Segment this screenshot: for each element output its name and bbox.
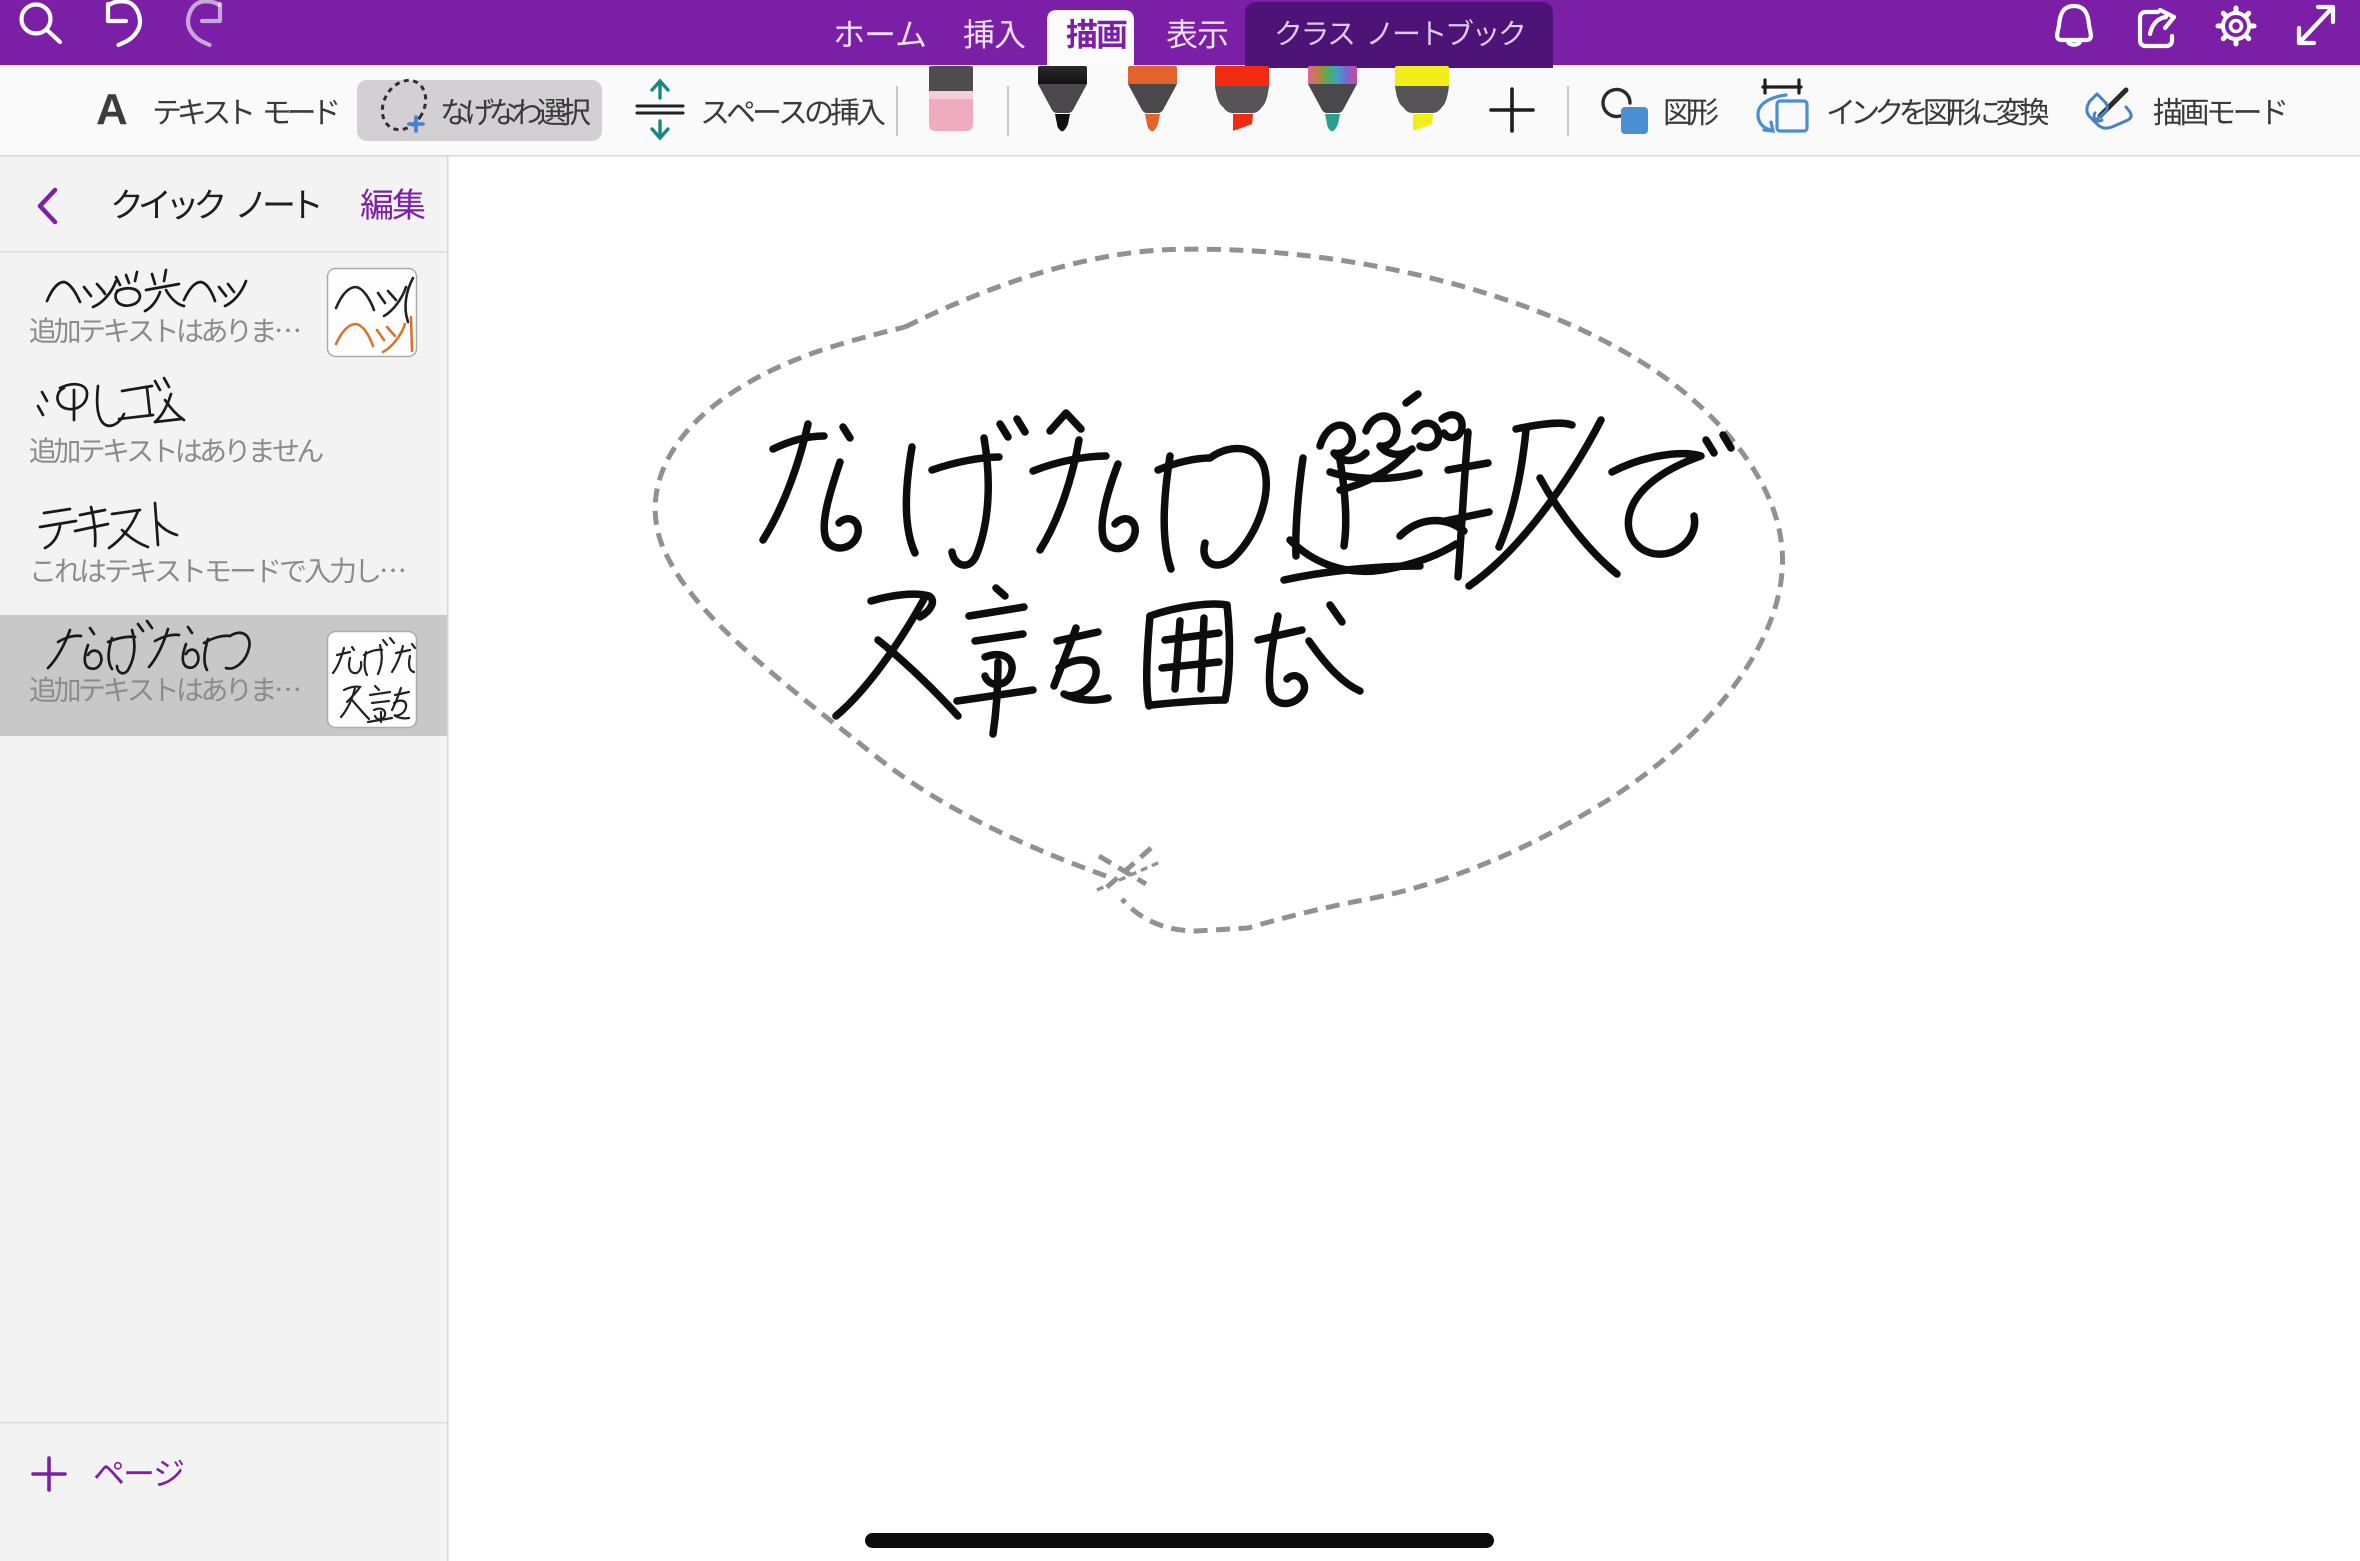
- svg-text:A: A: [96, 85, 128, 134]
